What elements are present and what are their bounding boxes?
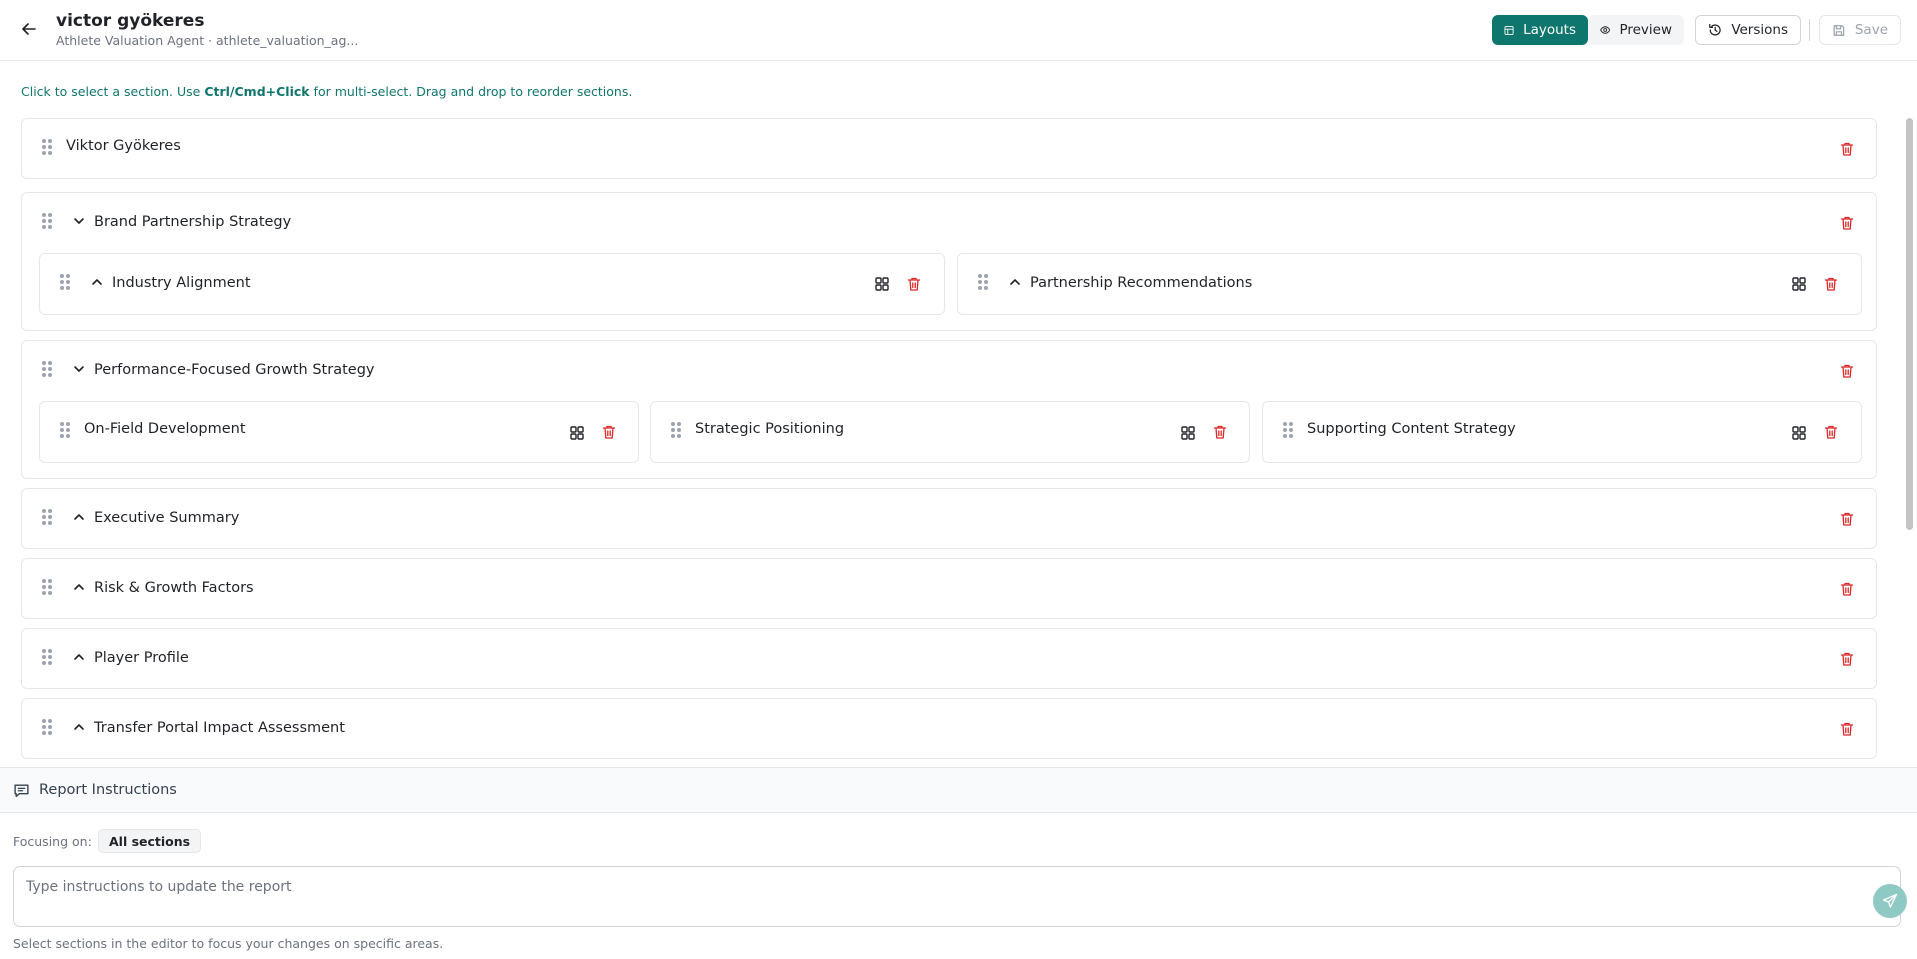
chevron-down-icon[interactable] (72, 362, 86, 376)
trash-icon[interactable] (1823, 276, 1839, 292)
drag-handle-icon[interactable] (1283, 422, 1293, 438)
drag-handle-icon[interactable] (42, 649, 52, 665)
section-label: Viktor Gyökeres (66, 138, 181, 154)
subsection-label: Strategic Positioning (695, 421, 845, 437)
focus-label: Focusing on: (13, 834, 92, 849)
section-label: Brand Partnership Strategy (94, 214, 292, 230)
focus-chip[interactable]: All sections (98, 829, 202, 853)
chevron-up-icon[interactable] (72, 650, 86, 664)
chevron-up-icon[interactable] (90, 275, 104, 289)
subsection-label: Partnership Recommendations (1030, 275, 1253, 291)
section-card[interactable]: Performance-Focused Growth Strategy On-F… (21, 340, 1877, 479)
chevron-up-icon[interactable] (72, 580, 86, 594)
subsection-card[interactable]: Partnership Recommendations (957, 253, 1862, 315)
trash-icon[interactable] (1212, 424, 1228, 440)
drag-handle-icon[interactable] (671, 422, 681, 438)
trash-icon[interactable] (601, 424, 617, 440)
section-label: Performance-Focused Growth Strategy (94, 362, 375, 378)
subsection-label: Supporting Content Strategy (1307, 421, 1516, 437)
chevron-down-icon[interactable] (72, 214, 86, 228)
sections-editor: Viktor Gyökeres Brand Partnership Strate… (0, 62, 1917, 766)
history-icon (1709, 24, 1721, 36)
subsection-card[interactable]: Strategic Positioning (650, 401, 1250, 463)
versions-button[interactable]: Versions (1695, 15, 1801, 45)
sections-scrollbar[interactable] (1906, 118, 1913, 530)
grid-icon[interactable] (1791, 276, 1807, 292)
eye-icon (1600, 26, 1611, 34)
trash-icon[interactable] (1839, 363, 1855, 379)
chevron-up-icon[interactable] (72, 720, 86, 734)
drag-handle-icon[interactable] (42, 361, 52, 377)
top-header: victor gyökeres Athlete Valuation Agent … (0, 0, 1917, 61)
section-card[interactable]: Player Profile (21, 628, 1877, 689)
back-button[interactable] (18, 18, 40, 40)
preview-button-label: Preview (1619, 22, 1672, 38)
chevron-up-icon[interactable] (72, 510, 86, 524)
save-button-label: Save (1854, 22, 1888, 38)
save-icon (1833, 24, 1845, 36)
section-label: Risk & Growth Factors (94, 580, 254, 596)
grid-icon[interactable] (874, 276, 890, 292)
report-instructions-bar[interactable]: Report Instructions (0, 767, 1917, 813)
trash-icon[interactable] (1823, 424, 1839, 440)
section-card[interactable]: Viktor Gyökeres (21, 118, 1877, 179)
instructions-input[interactable] (26, 876, 1826, 898)
section-card[interactable]: Brand Partnership Strategy Industry Alig… (21, 192, 1877, 331)
layouts-button-label: Layouts (1523, 22, 1576, 38)
trash-icon[interactable] (1839, 511, 1855, 527)
section-card[interactable]: Executive Summary (21, 488, 1877, 549)
header-divider (1809, 19, 1810, 41)
drag-handle-icon[interactable] (60, 422, 70, 438)
drag-handle-icon[interactable] (42, 579, 52, 595)
focus-help-text: Select sections in the editor to focus y… (13, 936, 444, 951)
chevron-up-icon[interactable] (1008, 275, 1022, 289)
grid-icon[interactable] (569, 425, 585, 441)
trash-icon[interactable] (906, 276, 922, 292)
message-square-icon (14, 784, 29, 798)
section-card[interactable]: Transfer Portal Impact Assessment (21, 698, 1877, 759)
drag-handle-icon[interactable] (60, 274, 70, 290)
subsection-card[interactable]: Supporting Content Strategy (1262, 401, 1862, 463)
subsection-card[interactable]: Industry Alignment (39, 253, 945, 315)
page-subtitle: Athlete Valuation Agent · athlete_valuat… (56, 33, 359, 48)
versions-button-label: Versions (1731, 22, 1788, 38)
trash-icon[interactable] (1839, 721, 1855, 737)
preview-button[interactable]: Preview (1588, 15, 1684, 45)
grid-icon[interactable] (1791, 425, 1807, 441)
drag-handle-icon[interactable] (42, 719, 52, 735)
save-button[interactable]: Save (1819, 15, 1901, 45)
trash-icon[interactable] (1839, 581, 1855, 597)
arrow-left-icon (22, 23, 36, 35)
section-label: Transfer Portal Impact Assessment (94, 720, 345, 736)
subsection-card[interactable]: On-Field Development (39, 401, 639, 463)
send-icon (1882, 893, 1898, 908)
drag-handle-icon[interactable] (42, 213, 52, 229)
report-instructions-title: Report Instructions (39, 782, 177, 798)
grid-icon[interactable] (1180, 425, 1196, 441)
section-label: Executive Summary (94, 510, 240, 526)
subsection-label: On-Field Development (84, 421, 246, 437)
trash-icon[interactable] (1839, 651, 1855, 667)
trash-icon[interactable] (1839, 215, 1855, 231)
layout-icon (1504, 25, 1514, 35)
page-title: victor gyökeres (56, 11, 205, 31)
layouts-button[interactable]: Layouts (1492, 15, 1588, 45)
drag-handle-icon[interactable] (978, 274, 988, 290)
subsection-label: Industry Alignment (112, 275, 251, 291)
send-button[interactable] (1873, 884, 1907, 918)
section-card[interactable]: Risk & Growth Factors (21, 558, 1877, 619)
drag-handle-icon[interactable] (42, 139, 52, 155)
trash-icon[interactable] (1839, 141, 1855, 157)
drag-handle-icon[interactable] (42, 509, 52, 525)
instructions-box (13, 866, 1907, 927)
section-label: Player Profile (94, 650, 189, 666)
